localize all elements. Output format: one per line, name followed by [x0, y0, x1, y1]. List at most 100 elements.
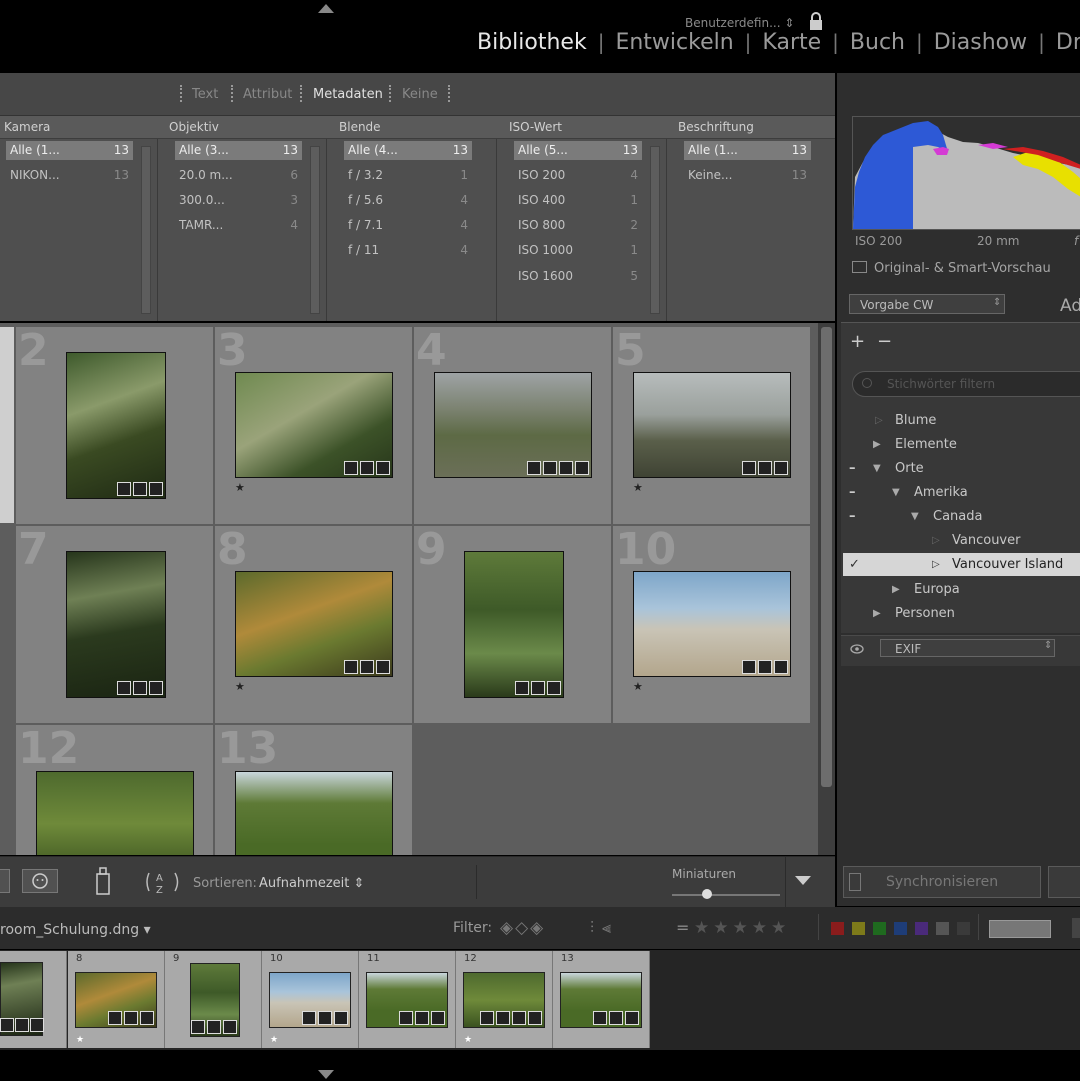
- column-scrollbar[interactable]: [310, 146, 320, 314]
- collapse-arrow-icon[interactable]: ▼: [873, 457, 881, 480]
- color-filter-yellow[interactable]: [852, 922, 865, 935]
- column-row[interactable]: f / 3.2 1: [344, 166, 472, 185]
- keyword-item-orte[interactable]: – ▼ Orte: [843, 457, 1080, 480]
- sync-settings-button[interactable]: [1048, 866, 1080, 898]
- keyword-filter-input[interactable]: Stichwörter filtern: [852, 371, 1080, 397]
- grid-cell[interactable]: 2: [16, 327, 214, 525]
- column-row[interactable]: f / 11 4: [344, 241, 472, 260]
- column-header[interactable]: Objektiv: [157, 116, 326, 139]
- collapse-arrow-icon[interactable]: ▼: [911, 505, 919, 528]
- photo-thumbnail[interactable]: [66, 551, 166, 698]
- module-map[interactable]: Karte: [762, 30, 821, 55]
- keyword-item-vancouver[interactable]: ▷ Vancouver: [843, 529, 1080, 552]
- filmstrip-thumbnail[interactable]: [190, 963, 240, 1037]
- column-row[interactable]: ISO 800 2: [514, 216, 642, 235]
- column-row[interactable]: Keine... 13: [684, 166, 811, 185]
- eye-icon[interactable]: [850, 644, 864, 654]
- color-filter-other[interactable]: [936, 922, 949, 935]
- filter-tab-text[interactable]: Text: [192, 87, 218, 102]
- filter-lock-icon[interactable]: [1072, 918, 1080, 938]
- filmstrip-thumbnail[interactable]: [366, 972, 448, 1028]
- filmstrip-cell[interactable]: 12 ★: [456, 951, 553, 1048]
- column-row[interactable]: f / 7.1 4: [344, 216, 472, 235]
- keyword-item-europa[interactable]: ▶ Europa: [843, 578, 1080, 601]
- column-row[interactable]: TAMR... 4: [175, 216, 302, 235]
- column-row[interactable]: ISO 1000 1: [514, 241, 642, 260]
- column-row[interactable]: Alle (5... 13: [514, 141, 642, 160]
- grid-cell[interactable]: 3 ★: [215, 327, 413, 525]
- keyword-item-amerika[interactable]: – ▼ Amerika: [843, 481, 1080, 504]
- thumbnail-size-knob[interactable]: [702, 889, 712, 899]
- grid-cell[interactable]: 4: [414, 327, 612, 525]
- sync-toggle-icon[interactable]: [849, 873, 861, 891]
- module-library[interactable]: Bibliothek: [477, 30, 587, 55]
- photo-thumbnail[interactable]: [36, 771, 194, 855]
- filmstrip-thumbnail[interactable]: [75, 972, 157, 1028]
- filmstrip-cell[interactable]: 13: [553, 951, 650, 1048]
- grid-cell[interactable]: 12: [16, 725, 214, 855]
- photo-thumbnail[interactable]: [235, 771, 393, 855]
- column-header[interactable]: Beschriftung: [666, 116, 835, 139]
- column-header[interactable]: ISO-Wert: [496, 116, 666, 139]
- column-row[interactable]: ISO 1600 5: [514, 267, 642, 286]
- grid-cell[interactable]: 7: [16, 526, 214, 724]
- column-header[interactable]: Blende: [326, 116, 496, 139]
- collapse-arrow-icon[interactable]: ▼: [892, 481, 900, 504]
- grid-cell[interactable]: 10 ★: [613, 526, 811, 724]
- expand-arrow-icon[interactable]: ▶: [873, 433, 881, 456]
- top-panel-toggle-icon[interactable]: [318, 4, 334, 13]
- column-row[interactable]: 20.0 m... 6: [175, 166, 302, 185]
- module-slideshow[interactable]: Diashow: [934, 30, 1027, 55]
- bottom-panel-toggle-icon[interactable]: [318, 1070, 334, 1079]
- photo-thumbnail[interactable]: [235, 372, 393, 478]
- photo-thumbnail[interactable]: [235, 571, 393, 677]
- color-filter-blue[interactable]: [894, 922, 907, 935]
- painter-spray-icon[interactable]: [93, 866, 113, 896]
- lock-icon[interactable]: [808, 11, 824, 31]
- keyword-item-personen[interactable]: ▶ Personen: [843, 602, 1080, 625]
- column-row[interactable]: ISO 200 4: [514, 166, 642, 185]
- filmstrip-thumbnail[interactable]: [463, 972, 545, 1028]
- column-row[interactable]: ISO 400 1: [514, 191, 642, 210]
- column-row[interactable]: NIKON... 13: [6, 166, 133, 185]
- column-row[interactable]: Alle (3... 13: [175, 141, 302, 160]
- filmstrip-cell[interactable]: [0, 951, 67, 1048]
- module-develop[interactable]: Entwickeln: [615, 30, 733, 55]
- expand-arrow-icon[interactable]: ▶: [873, 602, 881, 625]
- keyword-item-canada[interactable]: – ▼ Canada: [843, 505, 1080, 528]
- rating-filter-stars[interactable]: ★★★★★: [694, 918, 790, 938]
- module-book[interactable]: Buch: [850, 30, 905, 55]
- column-row[interactable]: 300.0... 3: [175, 191, 302, 210]
- filmstrip-cell[interactable]: 9: [165, 951, 262, 1048]
- panel-header-partial[interactable]: Ad: [1060, 296, 1080, 316]
- keyword-item-blume[interactable]: ▷ Blume: [843, 409, 1080, 432]
- filter-tab-none[interactable]: Keine: [402, 87, 438, 102]
- filmstrip-thumbnail[interactable]: [560, 972, 642, 1028]
- module-print[interactable]: Dru: [1056, 30, 1080, 55]
- keyword-item-vancouver-island[interactable]: ✓ ▷ Vancouver Island: [843, 553, 1080, 576]
- grid-cell[interactable]: 5 ★: [613, 327, 811, 525]
- grid-cell[interactable]: 9: [414, 526, 612, 724]
- column-scrollbar[interactable]: [650, 146, 660, 314]
- photo-thumbnail[interactable]: [633, 571, 791, 677]
- photo-thumbnail[interactable]: [66, 352, 166, 499]
- sort-select[interactable]: Aufnahmezeit ⇕: [259, 876, 364, 891]
- filmstrip-cell[interactable]: 10 ★: [262, 951, 359, 1048]
- rating-operator[interactable]: =: [676, 918, 689, 937]
- sort-direction-icon[interactable]: AZ: [143, 869, 183, 895]
- column-scrollbar[interactable]: [141, 146, 151, 314]
- flag-filter-icons[interactable]: ◈◇◈: [500, 918, 545, 938]
- people-view-button[interactable]: [22, 869, 58, 893]
- edit-filter-icons[interactable]: ⫶⫷: [590, 918, 619, 938]
- photo-thumbnail[interactable]: [464, 551, 564, 698]
- photo-thumbnail[interactable]: [633, 372, 791, 478]
- column-row[interactable]: Alle (1... 13: [684, 141, 811, 160]
- column-row[interactable]: Alle (1... 13: [6, 141, 133, 160]
- filter-tab-metadata[interactable]: Metadaten: [313, 87, 383, 102]
- view-mode-button[interactable]: [0, 869, 10, 893]
- color-filter-green[interactable]: [873, 922, 886, 935]
- expand-arrow-icon[interactable]: ▶: [892, 578, 900, 601]
- thumbnail-size-slider[interactable]: [672, 894, 780, 896]
- column-header[interactable]: Kamera: [0, 116, 157, 139]
- add-keyword-button[interactable]: +: [850, 331, 865, 352]
